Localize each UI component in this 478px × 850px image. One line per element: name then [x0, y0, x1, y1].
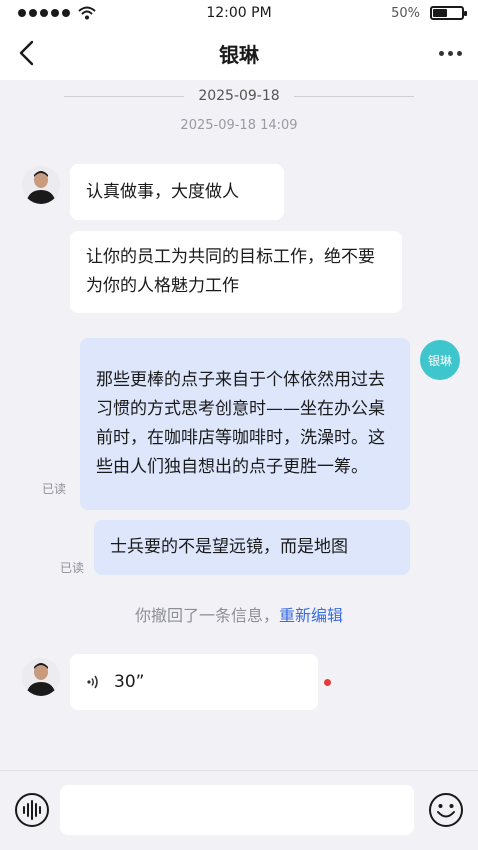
my-avatar[interactable]: 银琳 — [420, 340, 460, 380]
message-bubble-incoming[interactable]: 认真做事，大度做人 — [70, 164, 284, 220]
emoji-icon[interactable] — [428, 792, 464, 828]
voice-message-bubble[interactable]: 30” — [70, 654, 318, 710]
recall-text: 你撤回了一条信息， — [134, 606, 279, 625]
battery-icon — [430, 6, 467, 20]
unread-dot — [324, 679, 331, 686]
more-icon[interactable] — [432, 37, 468, 69]
message-input[interactable] — [60, 785, 414, 835]
person-photo-icon — [22, 658, 60, 696]
signal-icon — [18, 9, 70, 17]
voice-wave-icon — [87, 675, 98, 689]
wifi-icon — [78, 6, 96, 20]
date-label: 2025-09-18 — [198, 88, 280, 104]
status-bar: 12:00 PM 50% — [0, 0, 478, 26]
read-status: 已读 — [42, 482, 67, 496]
re-edit-link[interactable]: 重新编辑 — [279, 606, 343, 625]
chat-area[interactable]: 2025-09-18 2025-09-18 14:09 认真做事，大度做人 让你… — [0, 80, 478, 770]
message-timestamp: 2025-09-18 14:09 — [180, 118, 298, 133]
nav-title: 银琳 — [219, 42, 259, 67]
my-avatar-label: 银琳 — [427, 353, 452, 368]
message-bubble-outgoing[interactable]: 士兵要的不是望远镜，而是地图 — [94, 520, 410, 575]
message-text: 让你的员工为共同的目标工作，绝不要为你的人格魅力工作 — [86, 247, 375, 296]
message-text: 士兵要的不是望远镜，而是地图 — [110, 537, 348, 557]
recall-notice: 你撤回了一条信息，重新编辑 — [0, 602, 478, 626]
date-divider-line-right — [293, 95, 414, 97]
person-photo-icon — [22, 166, 60, 204]
message-text: 认真做事，大度做人 — [86, 181, 239, 202]
nav-bar: 银琳 — [0, 26, 478, 80]
status-right: 50% — [391, 5, 467, 21]
status-left — [18, 6, 96, 20]
battery-percent: 50% — [391, 5, 420, 21]
voice-duration: 30” — [114, 671, 145, 692]
input-bar — [0, 770, 478, 850]
message-text: 那些更棒的点子来自于个体依然用过去习惯的方式思考创意时——坐在办公桌前时，在咖啡… — [96, 370, 385, 477]
message-bubble-incoming[interactable]: 让你的员工为共同的目标工作，绝不要为你的人格魅力工作 — [70, 231, 402, 313]
contact-avatar[interactable] — [22, 658, 60, 696]
battery-fill — [433, 9, 447, 17]
message-bubble-outgoing[interactable]: 那些更棒的点子来自于个体依然用过去习惯的方式思考创意时——坐在办公桌前时，在咖啡… — [80, 338, 410, 510]
contact-avatar[interactable] — [22, 166, 60, 204]
back-icon[interactable] — [12, 37, 44, 69]
date-divider: 2025-09-18 — [0, 88, 478, 104]
date-divider-line-left — [64, 95, 185, 97]
voice-input-icon[interactable] — [14, 792, 50, 828]
read-status: 已读 — [60, 561, 85, 575]
